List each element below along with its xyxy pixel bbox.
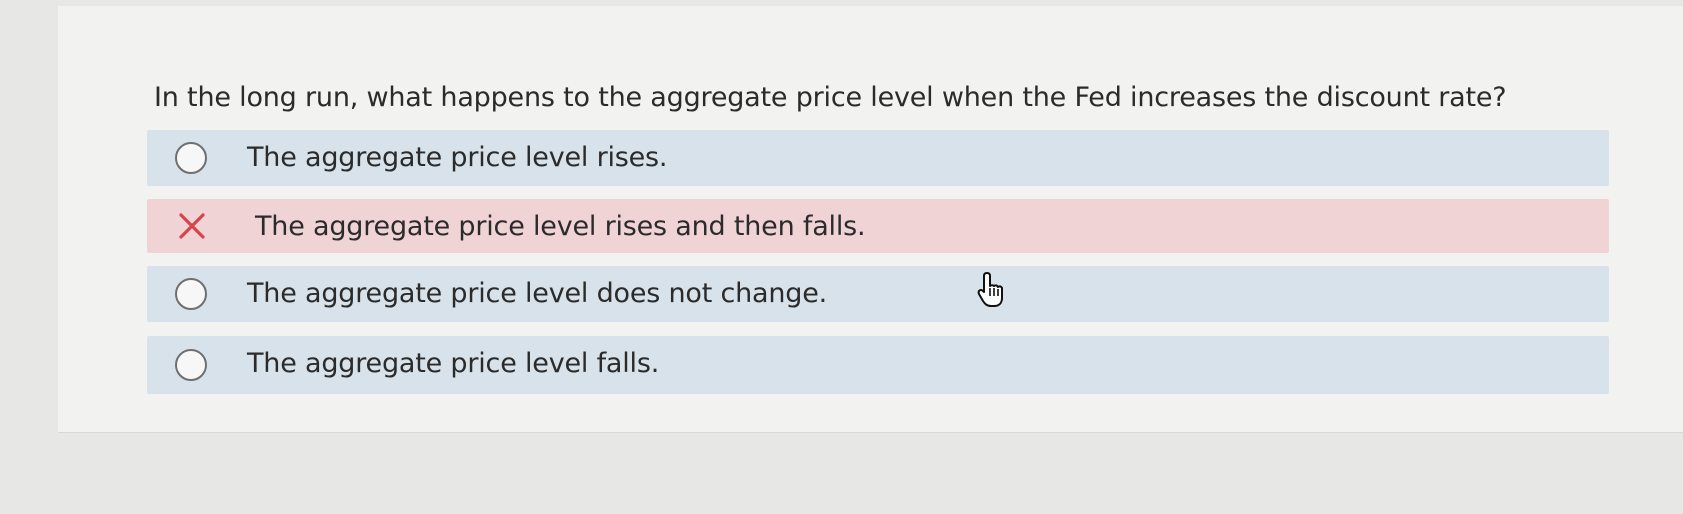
answer-option-2[interactable]: The aggregate price level rises and then… bbox=[147, 199, 1609, 253]
question-text: In the long run, what happens to the agg… bbox=[154, 82, 1507, 113]
answer-option-3[interactable]: The aggregate price level does not chang… bbox=[147, 266, 1609, 322]
answer-option-label: The aggregate price level falls. bbox=[247, 348, 660, 379]
radio-icon[interactable] bbox=[175, 349, 207, 381]
answer-option-1[interactable]: The aggregate price level rises. bbox=[147, 130, 1609, 186]
hand-pointer-icon bbox=[977, 272, 1003, 307]
answer-option-label: The aggregate price level rises and then… bbox=[255, 211, 866, 242]
radio-icon[interactable] bbox=[175, 142, 207, 174]
answer-option-label: The aggregate price level rises. bbox=[247, 142, 668, 173]
radio-icon[interactable] bbox=[175, 278, 207, 310]
answer-option-label: The aggregate price level does not chang… bbox=[247, 278, 828, 309]
x-mark-icon bbox=[179, 213, 205, 239]
answer-option-4[interactable]: The aggregate price level falls. bbox=[147, 336, 1609, 394]
